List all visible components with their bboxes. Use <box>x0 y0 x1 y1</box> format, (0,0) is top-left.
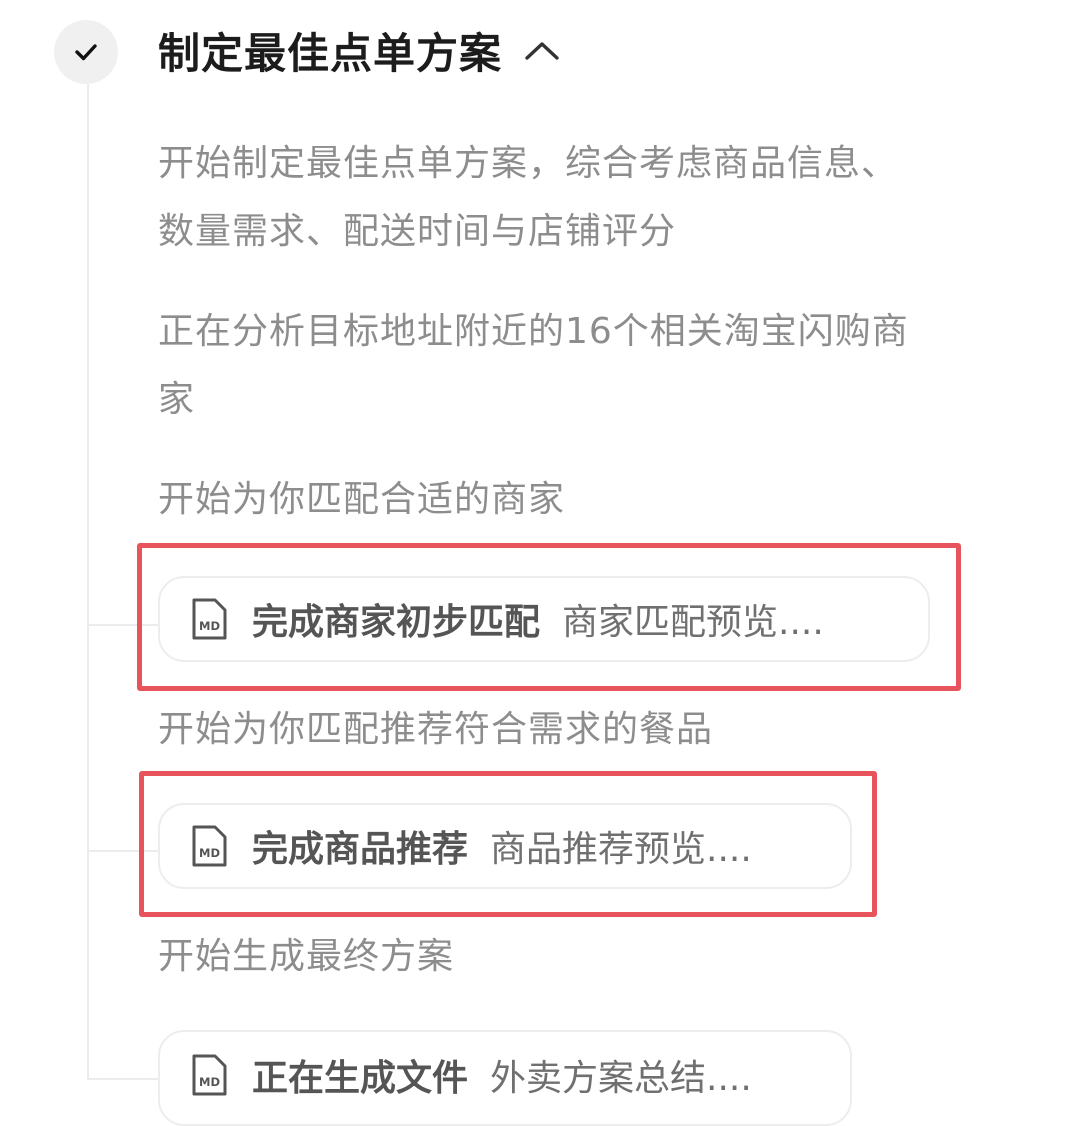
md-file-icon: MD <box>192 598 227 640</box>
check-icon <box>75 44 97 61</box>
file-card-description: 外卖方案总结.... <box>490 1058 752 1099</box>
file-card-title: 完成商品推荐 <box>252 829 469 870</box>
progress-message: 开始生成最终方案 <box>158 936 455 977</box>
md-file-icon: MD <box>192 1054 227 1096</box>
progress-message: 正在分析目标地址附近的16个相关淘宝闪购商家 <box>158 311 909 420</box>
svg-text:MD: MD <box>199 1075 220 1089</box>
timeline-branch <box>89 624 161 626</box>
file-card-product-recommendation[interactable]: MD 完成商品推荐 商品推荐预览.... <box>158 803 852 889</box>
file-card-generating[interactable]: MD 正在生成文件 外卖方案总结.... <box>158 1030 852 1126</box>
chevron-up-icon <box>525 42 559 60</box>
progress-message: 开始为你匹配推荐符合需求的餐品 <box>158 709 714 750</box>
step-title: 制定最佳点单方案 <box>158 28 503 78</box>
step-header[interactable]: 制定最佳点单方案 <box>158 22 560 78</box>
file-card-title: 正在生成文件 <box>252 1058 469 1099</box>
file-card-description: 商品推荐预览.... <box>490 829 752 870</box>
md-file-icon: MD <box>192 825 227 867</box>
timeline-line <box>87 82 89 1080</box>
timeline-branch <box>89 1078 161 1080</box>
file-card-title: 完成商家初步匹配 <box>252 602 541 643</box>
collapse-toggle-button[interactable] <box>524 39 560 61</box>
svg-text:MD: MD <box>199 846 220 860</box>
svg-text:MD: MD <box>199 619 220 633</box>
progress-message: 开始制定最佳点单方案，综合考虑商品信息、数量需求、配送时间与店铺评分 <box>158 143 899 252</box>
step-status-badge <box>54 20 118 84</box>
file-card-description: 商家匹配预览.... <box>562 602 824 643</box>
progress-message: 开始为你匹配合适的商家 <box>158 479 566 520</box>
file-card-merchant-match[interactable]: MD 完成商家初步匹配 商家匹配预览.... <box>158 576 930 662</box>
timeline-branch <box>89 850 161 852</box>
